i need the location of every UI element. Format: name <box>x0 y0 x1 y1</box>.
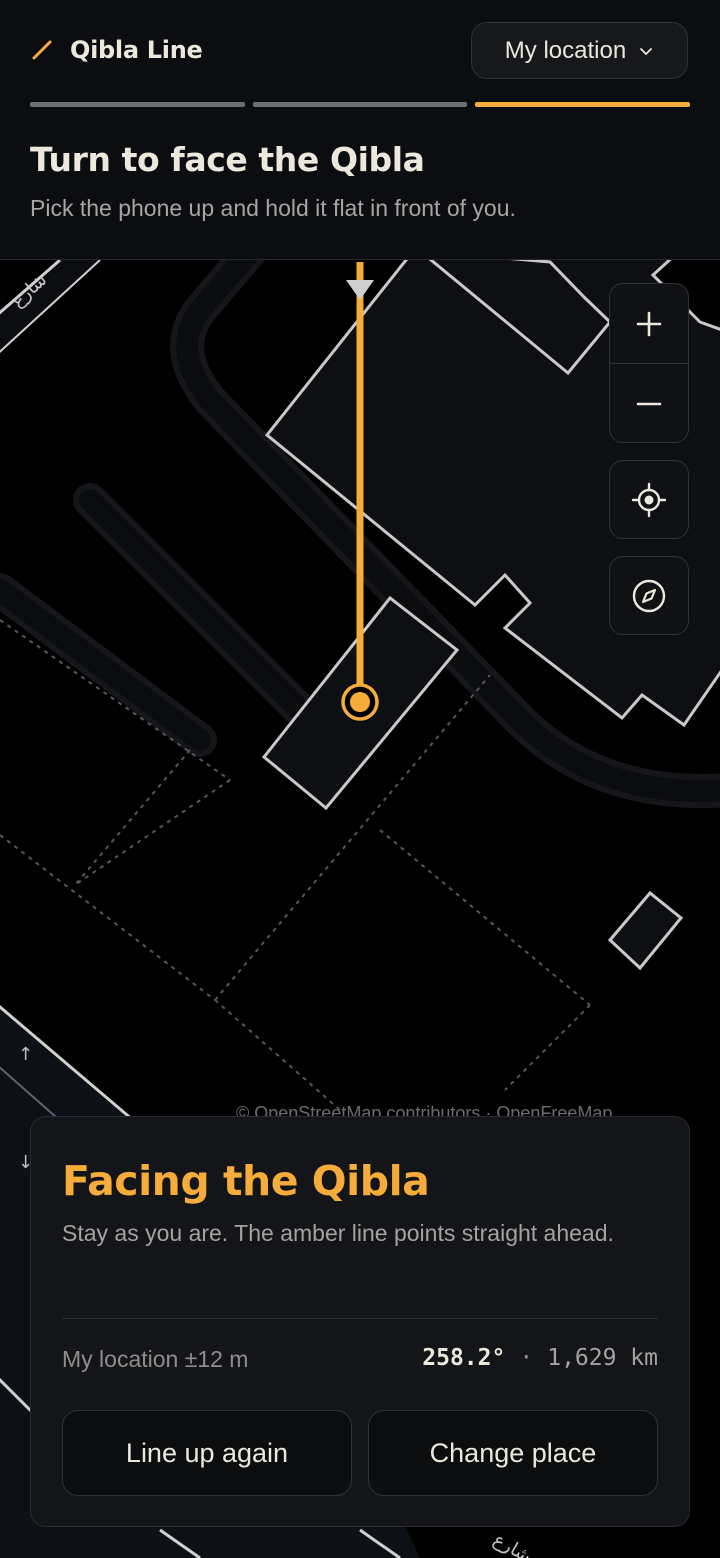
crosshair-icon <box>631 482 667 517</box>
divider <box>62 1318 658 1319</box>
zoom-in-button[interactable] <box>610 284 688 363</box>
user-location-marker <box>341 683 379 721</box>
brand: Qibla Line <box>30 30 203 70</box>
instruction-subtitle: Pick the phone up and hold it flat in fr… <box>30 195 516 221</box>
step-2 <box>253 102 467 107</box>
svg-text:↑: ↑ <box>18 1044 33 1065</box>
separator: · <box>519 1345 534 1371</box>
zoom-out-button[interactable] <box>610 363 688 442</box>
top-bar: Qibla Line My location Turn to face the … <box>0 0 720 260</box>
compass-button[interactable] <box>609 556 689 635</box>
step-1 <box>30 102 245 107</box>
status-panel: Facing the Qibla Stay as you are. The am… <box>30 1116 690 1527</box>
location-selector-label: My location <box>504 36 627 64</box>
location-accuracy: My location ±12 m <box>62 1346 249 1372</box>
bearing-distance: 258.2° · 1,629 km <box>422 1345 658 1371</box>
step-progress <box>30 102 690 108</box>
status-title: Facing the Qibla <box>62 1157 430 1205</box>
distance-value: 1,629 km <box>547 1345 658 1371</box>
minus-icon <box>636 402 662 405</box>
zoom-controls <box>609 283 689 443</box>
app-title: Qibla Line <box>70 36 203 64</box>
compass-icon <box>632 579 666 612</box>
line-icon <box>32 40 52 60</box>
instruction-title: Turn to face the Qibla <box>30 140 425 179</box>
change-place-button[interactable]: Change place <box>368 1410 658 1496</box>
bearing-value: 258.2° <box>422 1345 506 1371</box>
status-subtitle: Stay as you are. The amber line points s… <box>62 1220 614 1246</box>
chevron-down-icon <box>640 47 653 55</box>
plus-icon <box>636 311 662 336</box>
recenter-button[interactable] <box>609 460 689 539</box>
line-up-again-button[interactable]: Line up again <box>62 1410 352 1496</box>
step-3 <box>475 102 690 107</box>
location-selector-button[interactable]: My location <box>471 22 688 79</box>
